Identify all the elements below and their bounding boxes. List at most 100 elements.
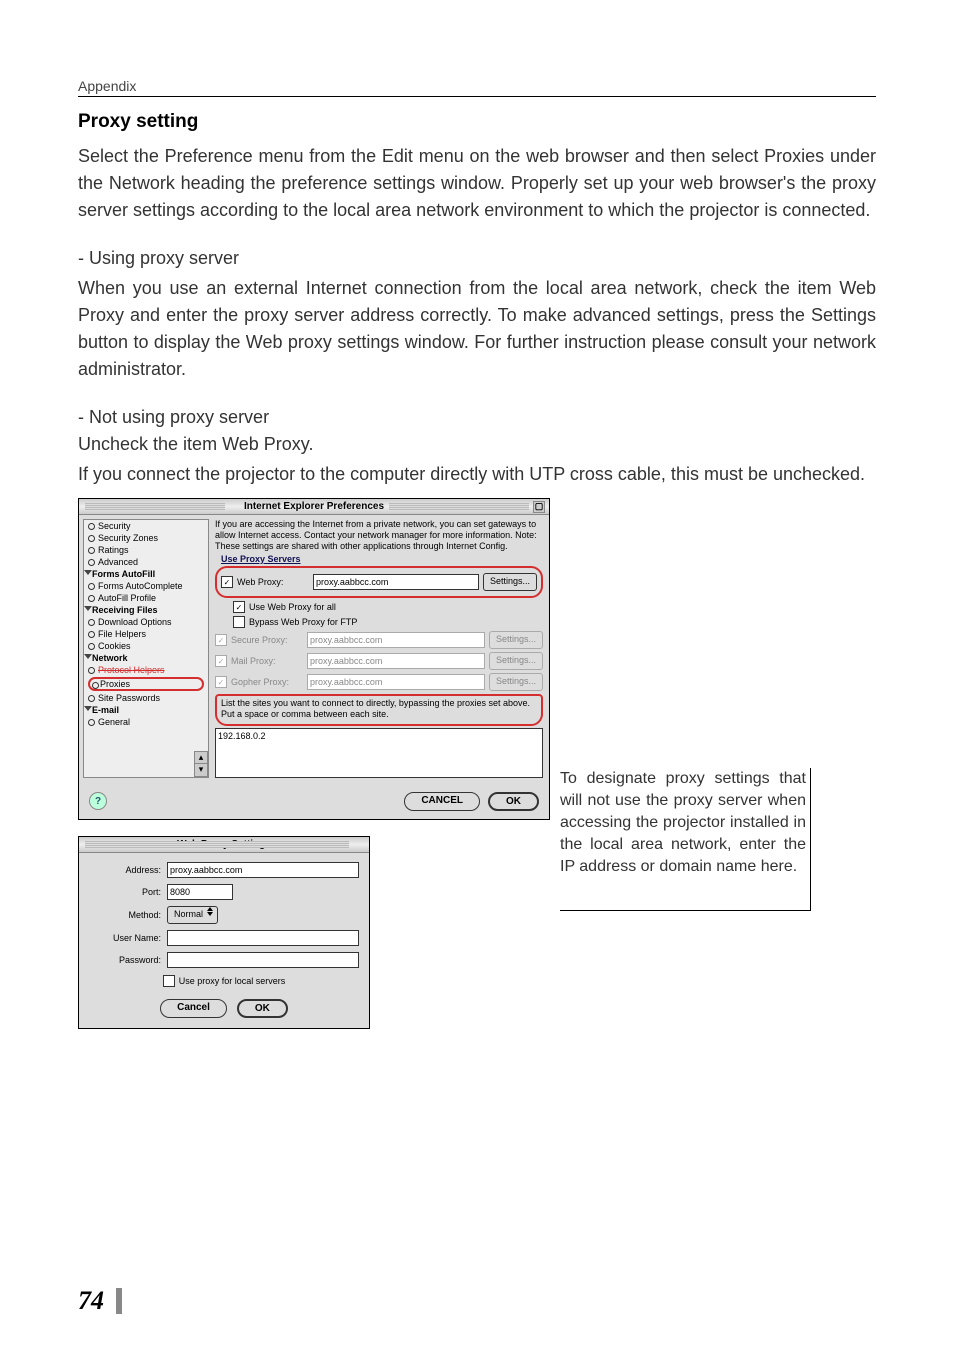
dialog1-title: Internet Explorer Preferences: [244, 501, 384, 512]
port-input[interactable]: 8080: [167, 884, 233, 900]
address-label: Address:: [89, 865, 161, 875]
dialog1-titlebar: Internet Explorer Preferences ▢: [79, 499, 549, 515]
sidebar-item-file-helpers[interactable]: File Helpers: [84, 628, 208, 640]
username-input[interactable]: [167, 930, 359, 946]
l: AutoFill Profile: [98, 593, 156, 603]
l: Forms AutoComplete: [98, 581, 183, 591]
kw-edit: Edit: [382, 146, 413, 166]
l: General: [98, 717, 130, 727]
sidebar-item-advanced[interactable]: Advanced: [84, 556, 208, 568]
notusing-line2: If you connect the projector to the comp…: [78, 461, 876, 488]
sidebar-group-forms-autofill[interactable]: Forms AutoFill: [84, 568, 208, 580]
sidebar-group-email[interactable]: E-mail: [84, 704, 208, 716]
l: Ratings: [98, 545, 129, 555]
l: Network: [92, 653, 128, 663]
l: Site Passwords: [98, 693, 160, 703]
sidebar-item-proxies[interactable]: Proxies: [88, 677, 204, 691]
sidebar-item-general[interactable]: General: [84, 716, 208, 728]
address-input[interactable]: proxy.aabbcc.com: [167, 862, 359, 878]
side-note: To designate proxy settings that will no…: [560, 768, 811, 911]
mail-proxy-checkbox[interactable]: ✓: [215, 655, 227, 667]
section-title: Proxy setting: [78, 111, 876, 133]
bypass-ftp-label: Bypass Web Proxy for FTP: [249, 617, 357, 627]
dialog1-sidebar: Security Security Zones Ratings Advanced…: [83, 519, 209, 778]
local-servers-checkbox[interactable]: [163, 975, 175, 987]
t: Uncheck the item: [78, 434, 222, 454]
web-proxy-highlight: ✓ Web Proxy: proxy.aabbcc.com Settings..…: [215, 566, 543, 598]
dialog2-titlebar: Web Proxy Settings: [79, 837, 369, 853]
sidebar-group-network[interactable]: Network: [84, 652, 208, 664]
intro-paragraph: Select the Preference menu from the Edit…: [78, 143, 876, 224]
gopher-proxy-input[interactable]: proxy.aabbcc.com: [307, 674, 485, 690]
local-servers-label: Use proxy for local servers: [179, 976, 286, 986]
sidebar-item-security-zones[interactable]: Security Zones: [84, 532, 208, 544]
t: menu on the web browser and then select: [413, 146, 764, 166]
dialog1-ok-button[interactable]: OK: [488, 792, 539, 811]
web-proxy-settings-button[interactable]: Settings...: [483, 573, 537, 591]
l: Receiving Files: [92, 605, 158, 615]
use-proxy-servers-link[interactable]: Use Proxy Servers: [221, 554, 543, 564]
l: Security Zones: [98, 533, 158, 543]
dialog2-ok-button[interactable]: OK: [237, 999, 288, 1018]
use-all-label: Use Web Proxy for all: [249, 602, 336, 612]
l: Forms AutoFill: [92, 569, 155, 579]
bypass-textarea[interactable]: 192.168.0.2: [215, 728, 543, 778]
dialog2-title: Web Proxy Settings: [177, 839, 271, 850]
sidebar-group-receiving-files[interactable]: Receiving Files: [84, 604, 208, 616]
bypass-highlight: List the sites you want to connect to di…: [215, 694, 543, 726]
sidebar-item-download-options[interactable]: Download Options: [84, 616, 208, 628]
secure-proxy-checkbox[interactable]: ✓: [215, 634, 227, 646]
sidebar-item-security[interactable]: Security: [84, 520, 208, 532]
secure-proxy-input[interactable]: proxy.aabbcc.com: [307, 632, 485, 648]
t: Select the: [78, 146, 165, 166]
using-heading: - Using proxy server: [78, 248, 876, 269]
secure-proxy-settings-button[interactable]: Settings...: [489, 631, 543, 649]
ie-preferences-dialog: Internet Explorer Preferences ▢ Security…: [78, 498, 550, 820]
page-header: Appendix: [78, 78, 876, 97]
sidebar-item-cookies[interactable]: Cookies: [84, 640, 208, 652]
gopher-proxy-checkbox[interactable]: ✓: [215, 676, 227, 688]
kw-webproxy2: Web Proxy: [222, 434, 308, 454]
t: menu from the: [253, 146, 382, 166]
l: Security: [98, 521, 131, 531]
mail-proxy-input[interactable]: proxy.aabbcc.com: [307, 653, 485, 669]
sidebar-item-ratings[interactable]: Ratings: [84, 544, 208, 556]
bypass-ftp-checkbox[interactable]: [233, 616, 245, 628]
password-label: Password:: [89, 955, 161, 965]
gopher-proxy-label: Gopher Proxy:: [231, 677, 303, 687]
bypass-info: List the sites you want to connect to di…: [221, 698, 537, 720]
help-icon[interactable]: ?: [89, 792, 107, 810]
mail-proxy-label: Mail Proxy:: [231, 656, 303, 666]
l: Protocol Helpers: [98, 665, 165, 675]
dialog1-cancel-button[interactable]: CANCEL: [404, 792, 480, 811]
dialog2-cancel-button[interactable]: Cancel: [160, 999, 227, 1018]
sidebar-item-site-passwords[interactable]: Site Passwords: [84, 692, 208, 704]
kw-proxies: Proxies: [764, 146, 824, 166]
l: Proxies: [100, 679, 130, 689]
page-number: 74: [78, 1286, 104, 1316]
web-proxy-settings-dialog: Web Proxy Settings Address: proxy.aabbcc…: [78, 836, 370, 1029]
gopher-proxy-settings-button[interactable]: Settings...: [489, 673, 543, 691]
l: E-mail: [92, 705, 119, 715]
web-proxy-checkbox[interactable]: ✓: [221, 576, 233, 588]
password-input[interactable]: [167, 952, 359, 968]
dialog1-main: If you are accessing the Internet from a…: [213, 515, 549, 782]
port-label: Port:: [89, 887, 161, 897]
close-icon[interactable]: ▢: [533, 501, 545, 513]
use-all-checkbox[interactable]: ✓: [233, 601, 245, 613]
dialog1-info: If you are accessing the Internet from a…: [215, 519, 543, 552]
web-proxy-label: Web Proxy:: [237, 577, 309, 587]
sidebar-item-protocol-helpers[interactable]: Protocol Helpers: [84, 664, 208, 676]
scroll-down-icon[interactable]: ▾: [194, 763, 208, 777]
method-select[interactable]: Normal: [167, 906, 218, 924]
l: File Helpers: [98, 629, 146, 639]
method-label: Method:: [89, 910, 161, 920]
kw-network: Network: [109, 173, 175, 193]
t: button to display the Web proxy settings…: [78, 332, 876, 379]
sidebar-item-forms-autocomplete[interactable]: Forms AutoComplete: [84, 580, 208, 592]
web-proxy-input[interactable]: proxy.aabbcc.com: [313, 574, 479, 590]
sidebar-item-autofill-profile[interactable]: AutoFill Profile: [84, 592, 208, 604]
using-paragraph: When you use an external Internet connec…: [78, 275, 876, 383]
mail-proxy-settings-button[interactable]: Settings...: [489, 652, 543, 670]
l: Advanced: [98, 557, 138, 567]
